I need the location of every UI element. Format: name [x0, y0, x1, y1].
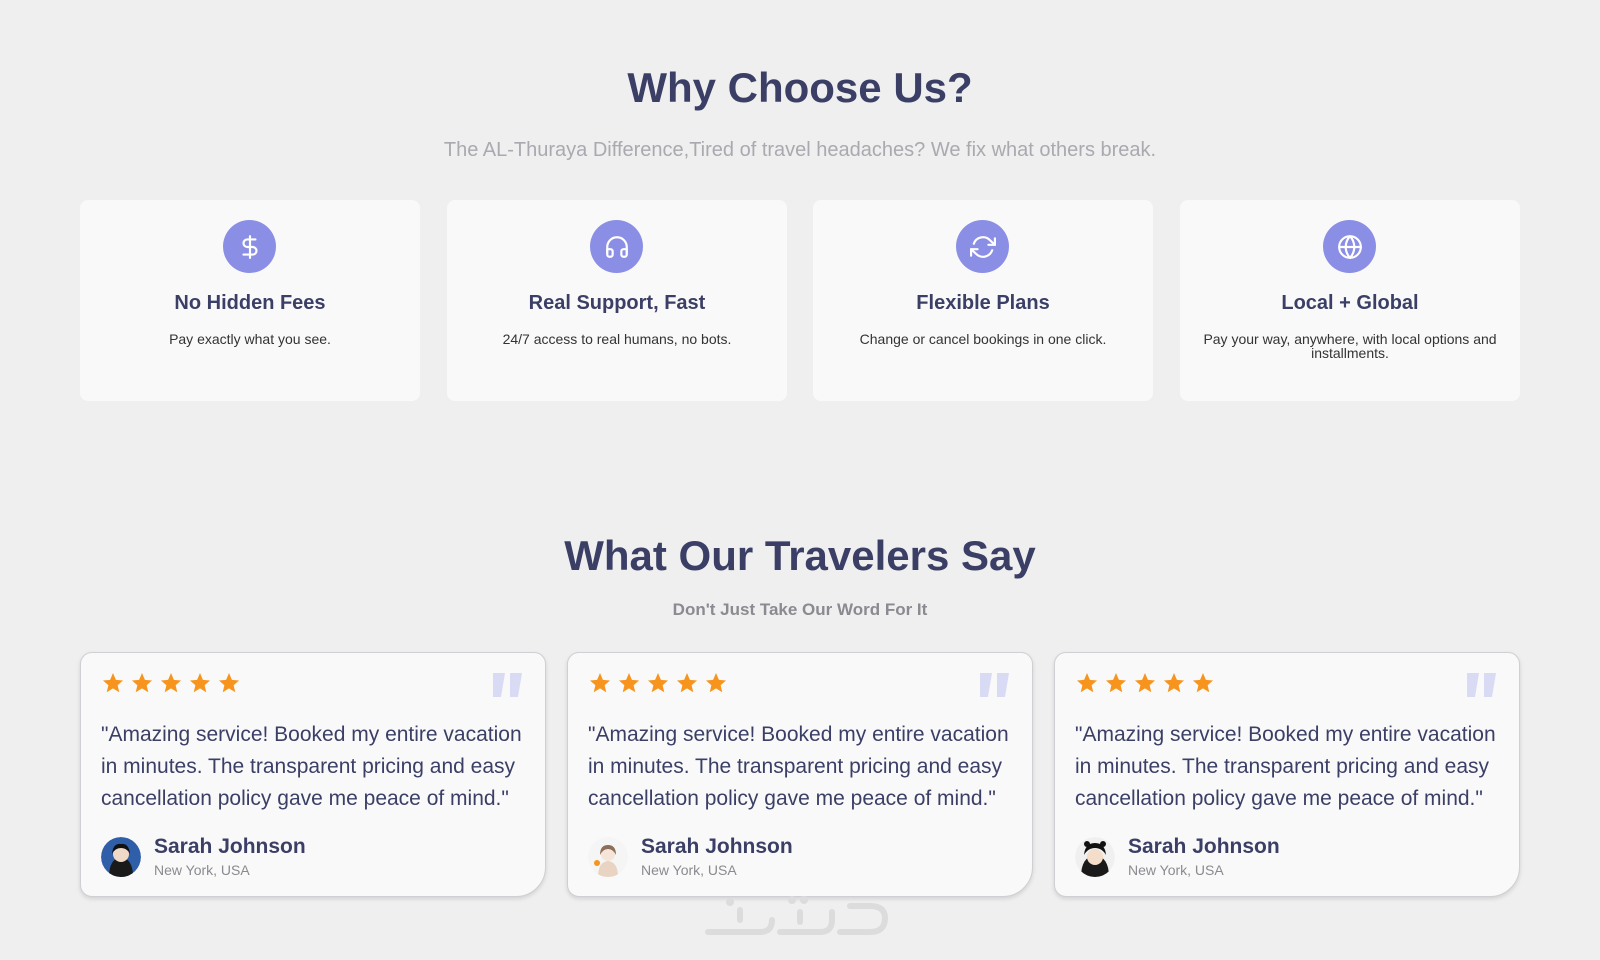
avatar [588, 837, 628, 877]
star-icon [190, 673, 210, 693]
reviews-row: "Amazing service! Booked my entire vacat… [80, 652, 1520, 897]
feature-card-real-support: Real Support, Fast 24/7 access to real h… [447, 200, 787, 401]
quote-icon [980, 673, 1009, 697]
feature-title: Real Support, Fast [528, 292, 706, 314]
avatar [1075, 837, 1115, 877]
reviewer-location: New York, USA [1128, 862, 1224, 878]
star-icon [1193, 673, 1213, 693]
review-card: "Amazing service! Booked my entire vacat… [1054, 652, 1520, 897]
feature-description: Pay your way, anywhere, with local optio… [1203, 331, 1497, 361]
star-rating [1075, 671, 1215, 695]
review-text: "Amazing service! Booked my entire vacat… [1075, 723, 1496, 810]
star-icon [1135, 673, 1155, 693]
feature-card-local-global: Local + Global Pay your way, anywhere, w… [1180, 200, 1520, 401]
star-rating [588, 671, 728, 695]
reviewer-name: Sarah Johnson [1128, 835, 1280, 858]
star-icon [161, 673, 181, 693]
avatar [101, 837, 141, 877]
reviewer-name: Sarah Johnson [641, 835, 793, 858]
feature-card-flexible-plans: Flexible Plans Change or cancel bookings… [813, 200, 1153, 401]
star-icon [1164, 673, 1184, 693]
star-icon [1106, 673, 1126, 693]
feature-title: Local + Global [1281, 292, 1419, 314]
feature-title: Flexible Plans [916, 292, 1050, 314]
features-grid: No Hidden Fees Pay exactly what you see.… [80, 200, 1520, 401]
review-card: "Amazing service! Booked my entire vacat… [80, 652, 546, 897]
feature-description: Change or cancel bookings in one click. [859, 331, 1107, 347]
reviewer-location: New York, USA [154, 862, 250, 878]
refresh-icon [956, 220, 1009, 273]
section-subtitle-testimonials: Don't Just Take Our Word For It [672, 600, 928, 619]
headphones-icon [590, 220, 643, 273]
watermark-logo [705, 896, 889, 935]
feature-description: 24/7 access to real humans, no bots. [502, 331, 732, 347]
star-icon [1077, 673, 1097, 693]
review-card: "Amazing service! Booked my entire vacat… [567, 652, 1033, 897]
feature-description: Pay exactly what you see. [169, 331, 331, 347]
star-icon [103, 673, 123, 693]
quote-icon [493, 673, 522, 697]
star-icon [619, 673, 639, 693]
globe-icon [1323, 220, 1376, 273]
section-title-testimonials: What Our Travelers Say [564, 532, 1036, 579]
reviewer-name: Sarah Johnson [154, 835, 306, 858]
section-title-why-choose-us: Why Choose Us? [627, 64, 973, 111]
review-text: "Amazing service! Booked my entire vacat… [588, 723, 1009, 810]
star-rating [101, 671, 241, 695]
star-icon [590, 673, 610, 693]
reviewer-location: New York, USA [641, 862, 737, 878]
dollar-icon [223, 220, 276, 273]
feature-title: No Hidden Fees [174, 292, 326, 314]
quote-icon [1467, 673, 1496, 697]
star-icon [132, 673, 152, 693]
star-icon [219, 673, 239, 693]
star-icon [648, 673, 668, 693]
star-icon [677, 673, 697, 693]
feature-card-no-hidden-fees: No Hidden Fees Pay exactly what you see. [80, 200, 420, 401]
review-text: "Amazing service! Booked my entire vacat… [101, 723, 522, 810]
section-subtitle-why-choose-us: The AL-Thuraya Difference,Tired of trave… [443, 139, 1157, 161]
star-icon [706, 673, 726, 693]
